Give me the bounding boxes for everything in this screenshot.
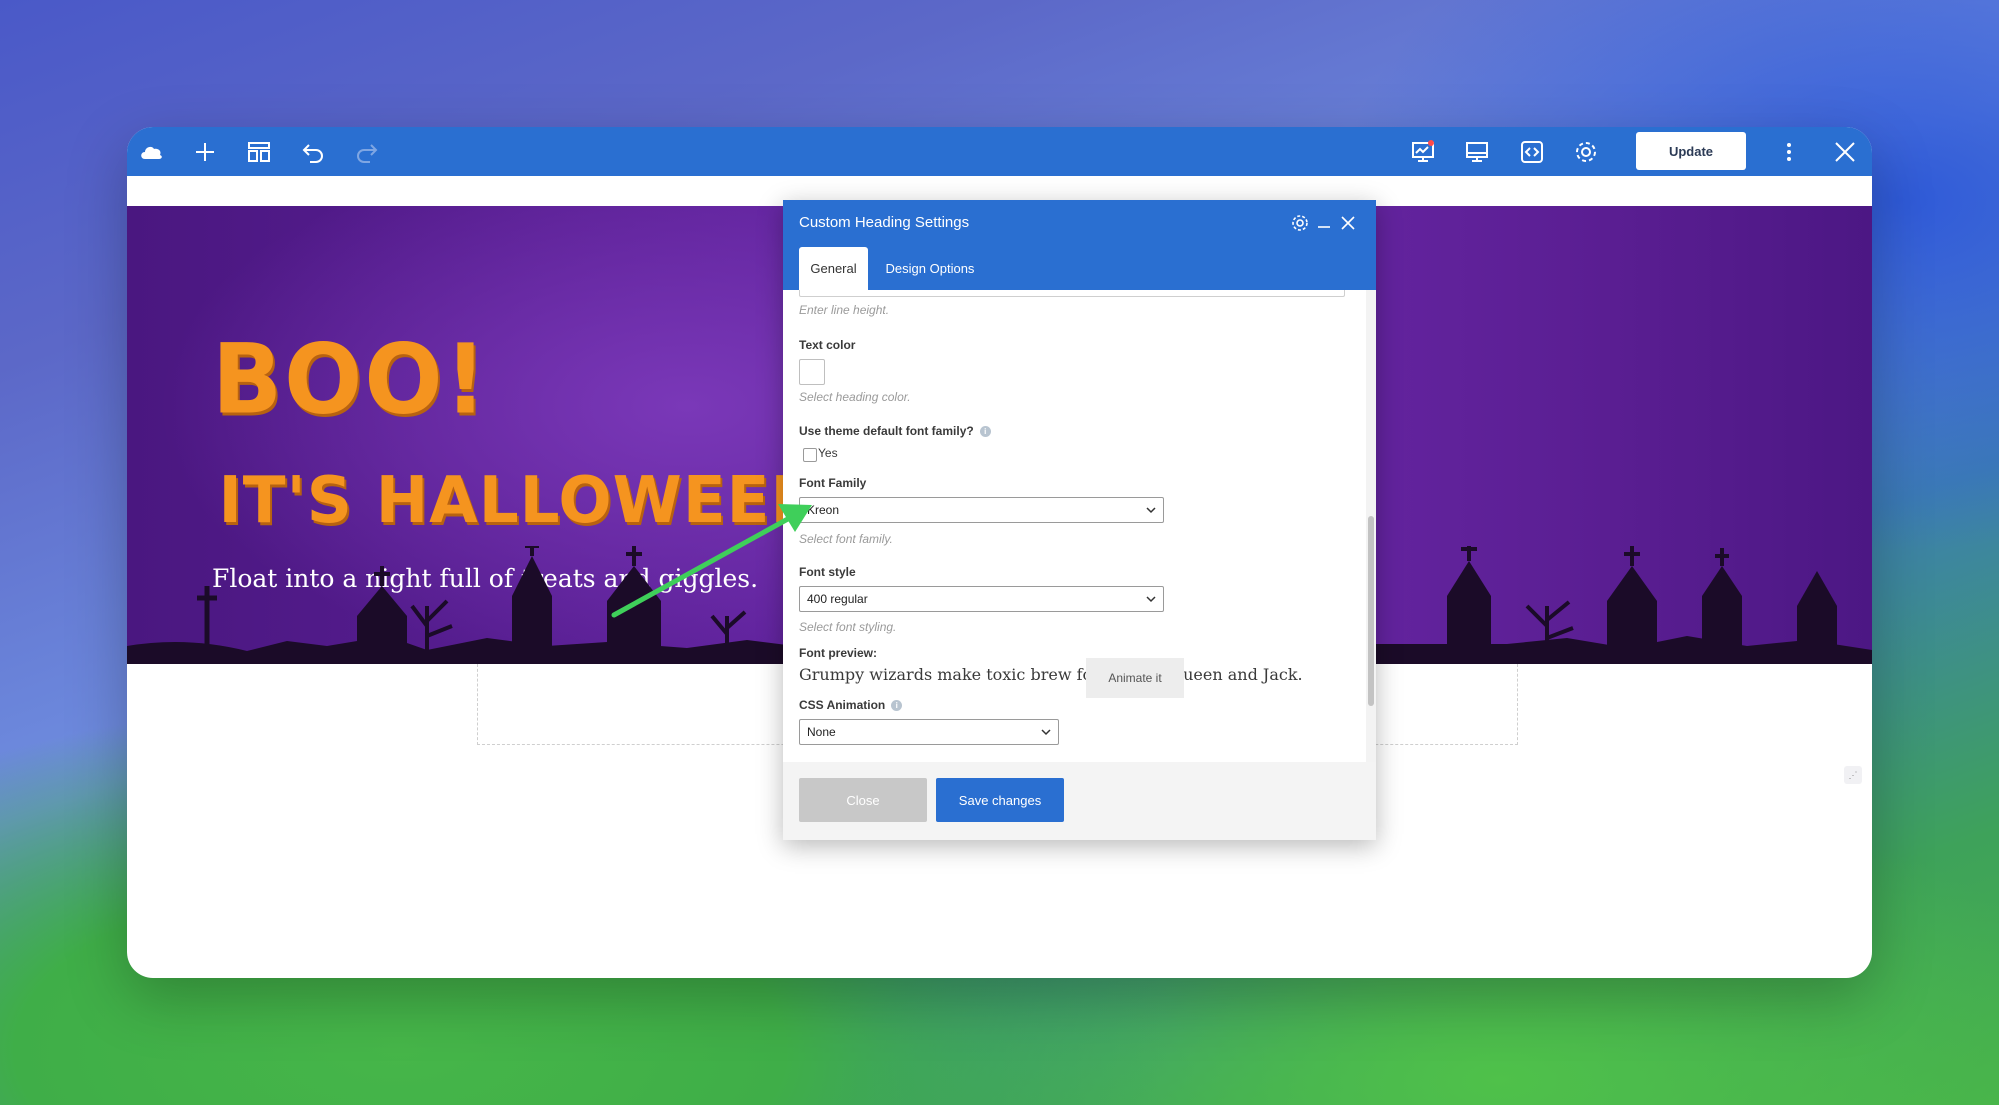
gear-icon[interactable]	[1289, 212, 1311, 234]
code-icon[interactable]	[1517, 137, 1547, 167]
dialog-scrollbar[interactable]	[1366, 290, 1376, 762]
font-style-label: Font style	[799, 565, 856, 579]
builder-toolbar: Update	[127, 127, 1872, 176]
more-vertical-icon[interactable]	[1774, 137, 1804, 167]
close-icon[interactable]	[1830, 137, 1860, 167]
line-height-input[interactable]	[799, 290, 1345, 297]
update-button[interactable]: Update	[1636, 132, 1746, 170]
chevron-down-icon	[1041, 729, 1051, 736]
dialog-footer: Close Save changes	[783, 762, 1376, 840]
text-color-picker[interactable]	[799, 359, 825, 385]
dialog-scrollbar-thumb[interactable]	[1368, 516, 1374, 706]
text-color-label: Text color	[799, 338, 856, 352]
tab-design-options[interactable]: Design Options	[875, 247, 985, 290]
font-family-label: Font Family	[799, 476, 867, 490]
theme-font-checkbox[interactable]	[803, 448, 817, 462]
dialog-body[interactable]: Enter line height. Text color Select hea…	[783, 290, 1366, 762]
settings-icon[interactable]	[1571, 137, 1601, 167]
css-animation-value: None	[807, 725, 836, 739]
dialog-title: Custom Heading Settings	[799, 214, 970, 231]
info-icon[interactable]: i	[979, 426, 991, 437]
banner-heading-boo[interactable]: BOO!	[212, 323, 489, 435]
minimize-icon[interactable]	[1313, 212, 1335, 234]
undo-icon[interactable]	[298, 137, 328, 167]
font-style-select[interactable]: 400 regular	[799, 586, 1164, 612]
custom-heading-settings-dialog: Custom Heading Settings General Design O…	[783, 200, 1376, 840]
close-button[interactable]: Close	[799, 778, 927, 822]
info-icon[interactable]: i	[891, 700, 903, 711]
font-preview-text: Grumpy wizards make toxic brew for the e…	[799, 665, 1303, 684]
text-color-help: Select heading color.	[799, 390, 911, 404]
banner-heading-halloween[interactable]: IT'S HALLOWEEN!	[218, 464, 853, 538]
line-height-help: Enter line height.	[799, 303, 890, 317]
close-icon[interactable]	[1337, 212, 1359, 234]
css-animation-select[interactable]: None	[799, 719, 1059, 745]
font-style-value: 400 regular	[807, 592, 868, 606]
font-family-help: Select font family.	[799, 532, 893, 546]
theme-font-label-text: Use theme default font family?	[799, 424, 974, 438]
animate-it-button[interactable]: Animate it	[1086, 658, 1184, 698]
chevron-down-icon	[1146, 507, 1156, 514]
font-style-help: Select font styling.	[799, 620, 897, 634]
analytics-icon[interactable]	[1408, 137, 1438, 167]
font-family-select[interactable]: Kreon	[799, 497, 1164, 523]
theme-font-label: Use theme default font family? i	[799, 424, 991, 438]
tab-general[interactable]: General	[799, 247, 868, 290]
cloud-icon[interactable]	[136, 137, 166, 167]
font-preview-label: Font preview:	[799, 646, 878, 660]
font-family-value: Kreon	[807, 503, 840, 517]
plus-icon[interactable]	[190, 137, 220, 167]
dialog-header[interactable]: Custom Heading Settings General Design O…	[783, 200, 1376, 290]
theme-font-yes-label[interactable]: Yes	[818, 446, 838, 460]
drag-handle-icon[interactable]: ⋰	[1844, 766, 1862, 784]
layout-icon[interactable]	[244, 137, 274, 167]
redo-icon[interactable]	[352, 137, 382, 167]
desktop-icon[interactable]	[1462, 137, 1492, 167]
css-animation-label-text: CSS Animation	[799, 698, 886, 712]
chevron-down-icon	[1146, 596, 1156, 603]
save-changes-button[interactable]: Save changes	[936, 778, 1064, 822]
css-animation-label: CSS Animation i	[799, 698, 903, 712]
